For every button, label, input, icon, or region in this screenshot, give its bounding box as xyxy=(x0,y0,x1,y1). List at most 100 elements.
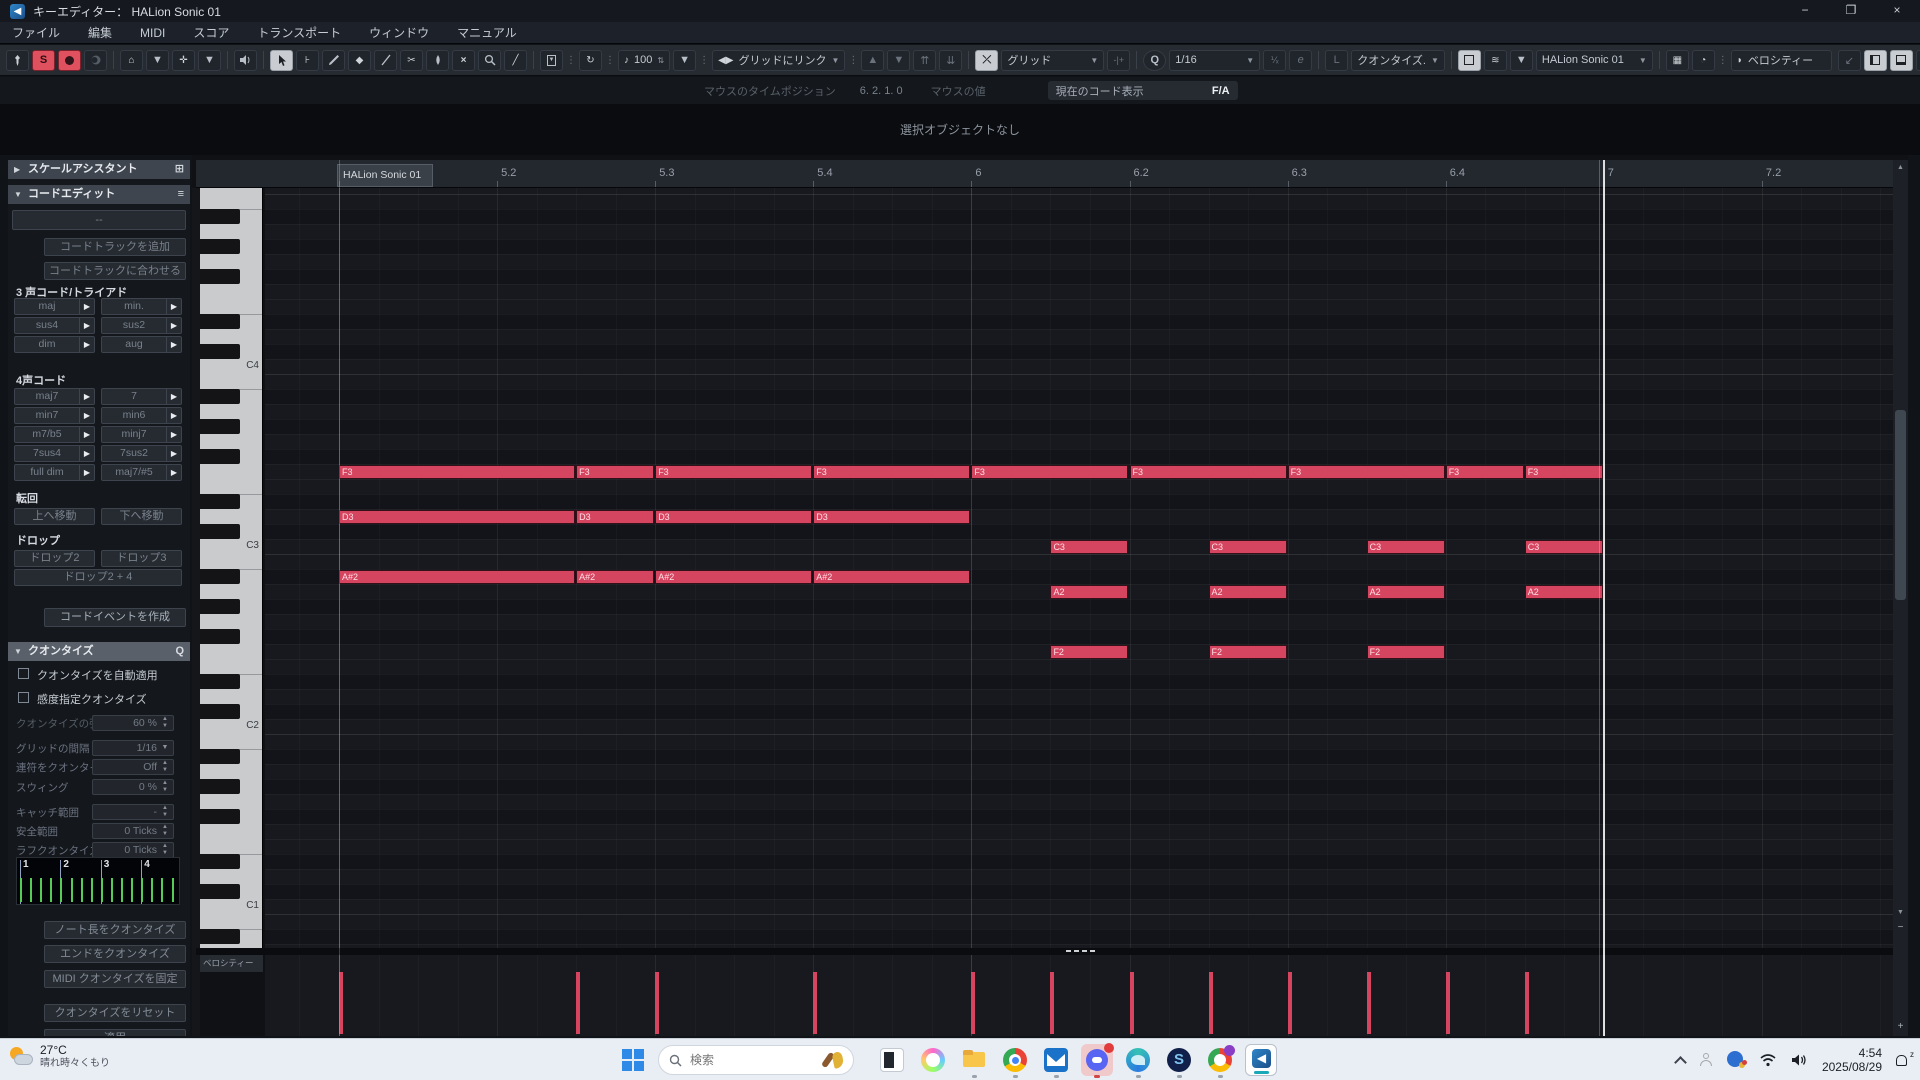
zoom-tool-icon[interactable] xyxy=(478,50,501,71)
note-grid[interactable]: F3F3F3F3F3F3F3F3F3D3D3D3D3A#2A#2A#2A#2C3… xyxy=(265,188,1893,948)
menu-item-2[interactable]: MIDI xyxy=(140,26,165,40)
black-key[interactable] xyxy=(200,749,240,764)
triad-aug-button[interactable]: aug▶ xyxy=(101,336,182,353)
black-key[interactable] xyxy=(200,884,240,899)
event-colors-value[interactable]: ベロシティー xyxy=(1748,52,1826,68)
play-arrow-icon[interactable]: ▶ xyxy=(79,337,94,352)
create-chord-event-button[interactable]: コードイベントを作成 xyxy=(44,608,186,627)
lane-splitter[interactable] xyxy=(196,948,1908,955)
dropdown-caret-icon[interactable]: ▼ xyxy=(160,741,170,755)
play-arrow-icon[interactable]: ▶ xyxy=(79,318,94,333)
snap-on-off-icon[interactable]: ⤫ xyxy=(975,50,998,71)
quantize-action2-button-0[interactable]: クオンタイズをリセット xyxy=(44,1004,186,1022)
black-key[interactable] xyxy=(200,344,240,359)
midi-note[interactable]: D3 xyxy=(655,510,812,524)
snap-type-value[interactable]: グリッド xyxy=(1007,52,1085,68)
black-key[interactable] xyxy=(200,524,240,539)
scroll-down-icon[interactable]: ▼ xyxy=(1894,906,1907,919)
nudge-start-right-icon[interactable]: ▼ xyxy=(887,50,910,71)
play-arrow-icon[interactable]: ▶ xyxy=(79,408,94,423)
chord4-7sus4-button[interactable]: 7sus4▶ xyxy=(14,445,95,462)
scroll-thumb[interactable] xyxy=(1895,410,1906,600)
part-tab[interactable]: HALion Sonic 01 xyxy=(337,164,433,187)
midi-note[interactable]: A#2 xyxy=(576,570,654,584)
taskbar-search[interactable] xyxy=(658,1045,854,1075)
black-key[interactable] xyxy=(200,569,240,584)
chord4-7-button[interactable]: 7▶ xyxy=(101,388,182,405)
quantize-action-button-1[interactable]: エンドをクオンタイズ xyxy=(44,945,186,963)
velocity-bar[interactable] xyxy=(576,972,580,1034)
step-input-icon[interactable]: ⌂ xyxy=(120,50,143,71)
velocity-bar[interactable] xyxy=(1446,972,1450,1034)
step-input-dropdown-icon[interactable]: ▼ xyxy=(146,50,169,71)
nudge-end-right-icon[interactable]: ⇊ xyxy=(939,50,962,71)
nudge-end-left-icon[interactable]: ⇈ xyxy=(913,50,936,71)
black-key[interactable] xyxy=(200,314,240,329)
chord4-full dim-button[interactable]: full dim▶ xyxy=(14,464,95,481)
midi-dial-icon[interactable]: ◔ xyxy=(1692,50,1715,71)
volume-icon[interactable] xyxy=(1791,1053,1808,1067)
quantize-panel-header-icon[interactable]: Q xyxy=(175,645,184,658)
black-key[interactable] xyxy=(200,269,240,284)
length-action-box[interactable]: クオンタイズ. ▼ xyxy=(1351,50,1445,71)
midi-note[interactable]: A#2 xyxy=(813,570,970,584)
play-arrow-icon[interactable]: ▶ xyxy=(79,299,94,314)
black-key[interactable] xyxy=(200,704,240,719)
record-in-editor-button[interactable] xyxy=(58,50,81,71)
quantize-preset-box[interactable]: 1/16 ▼ xyxy=(1169,50,1260,71)
chord4-7sus2-button[interactable]: 7sus2▶ xyxy=(101,445,182,462)
quantize-checkbox-0[interactable] xyxy=(18,668,29,679)
start-button[interactable] xyxy=(622,1049,644,1071)
midi-note[interactable]: F2 xyxy=(1050,645,1128,659)
chord-display-button[interactable]: -- xyxy=(12,210,186,230)
snap-offset-icon[interactable]: -|+ xyxy=(1107,50,1130,71)
wifi-icon[interactable] xyxy=(1759,1053,1777,1067)
stepper-icon[interactable]: ▲ ▼ xyxy=(160,843,170,857)
midi-note[interactable]: A#2 xyxy=(655,570,812,584)
black-key[interactable] xyxy=(200,809,240,824)
snap-type-box[interactable]: グリッド ▼ xyxy=(1001,50,1104,71)
scale-assistant-header-icon[interactable]: ⊞ xyxy=(175,163,184,176)
midi-note[interactable]: F3 xyxy=(971,465,1128,479)
stepper-icon[interactable]: ▲ ▼ xyxy=(160,716,170,730)
length-action-value[interactable]: クオンタイズ. xyxy=(1357,52,1426,68)
black-key[interactable] xyxy=(200,419,240,434)
midi-note[interactable]: F3 xyxy=(576,465,654,479)
blue-s-app-icon[interactable]: S xyxy=(1167,1048,1191,1072)
piano-keyboard[interactable]: C5C4C3C2C1 xyxy=(200,188,263,948)
inversion-button-0[interactable]: 上へ移動 xyxy=(14,508,95,525)
part-selector-value[interactable]: HALion Sonic 01 xyxy=(1542,54,1634,66)
black-key[interactable] xyxy=(200,239,240,254)
tray-person-icon[interactable] xyxy=(1699,1053,1713,1067)
menu-item-6[interactable]: マニュアル xyxy=(457,24,517,41)
splitter-handle-dash[interactable] xyxy=(1090,950,1095,952)
discord-app-icon[interactable] xyxy=(1081,1044,1113,1076)
velocity-lane[interactable] xyxy=(265,955,1893,1036)
chord-edit-header-icon[interactable]: ≡ xyxy=(178,188,184,201)
midi-note[interactable]: F2 xyxy=(1367,645,1445,659)
play-arrow-icon[interactable]: ▶ xyxy=(166,318,181,333)
photos-app-icon[interactable] xyxy=(880,1048,904,1072)
velocity-bar[interactable] xyxy=(1525,972,1529,1034)
part-selector-box[interactable]: HALion Sonic 01 ▼ xyxy=(1536,50,1653,71)
midi-input-icon[interactable]: ✛ xyxy=(172,50,195,71)
close-button[interactable]: × xyxy=(1874,0,1920,22)
triad-min.-button[interactable]: min.▶ xyxy=(101,298,182,315)
weather-widget[interactable]: 27°C 晴れ時々くもり xyxy=(8,1043,110,1071)
play-arrow-icon[interactable]: ▶ xyxy=(166,465,181,480)
mail-app-icon[interactable] xyxy=(1044,1048,1068,1072)
play-arrow-icon[interactable]: ▶ xyxy=(166,337,181,352)
menu-item-1[interactable]: 編集 xyxy=(88,24,112,41)
edit-active-part-icon[interactable]: ≋ xyxy=(1484,50,1507,71)
play-arrow-icon[interactable]: ▶ xyxy=(79,427,94,442)
quantize-checkbox-1[interactable] xyxy=(18,692,29,703)
left-zone-toggle-icon[interactable] xyxy=(1864,50,1887,71)
chord4-m7/b5-button[interactable]: m7/b5▶ xyxy=(14,426,95,443)
menu-item-3[interactable]: スコア xyxy=(193,24,229,41)
midi-note[interactable]: F3 xyxy=(1288,465,1445,479)
restore-button[interactable]: ❐ xyxy=(1828,0,1874,22)
minimize-button[interactable]: − xyxy=(1782,0,1828,22)
triad-sus4-button[interactable]: sus4▶ xyxy=(14,317,95,334)
edge-app-icon[interactable] xyxy=(1126,1048,1150,1072)
stepper-icon[interactable]: ▲ ▼ xyxy=(160,760,170,774)
